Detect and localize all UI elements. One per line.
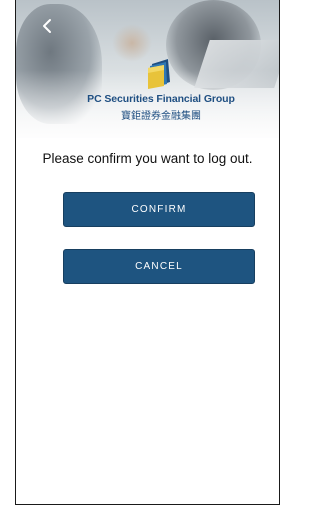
app-screen: PC Securities Financial Group 寶鉅證券金融集團 P… — [15, 0, 280, 505]
cancel-button[interactable]: CANCEL — [63, 249, 255, 284]
brand-logo-icon — [146, 56, 174, 90]
confirm-button[interactable]: CONFIRM — [63, 192, 255, 227]
brand-name-chinese: 寶鉅證券金融集團 — [121, 111, 201, 122]
brand-name-english: PC Securities Financial Group — [87, 93, 235, 105]
chevron-left-icon[interactable] — [40, 18, 54, 34]
logout-confirmation-message: Please confirm you want to log out. — [42, 151, 253, 166]
